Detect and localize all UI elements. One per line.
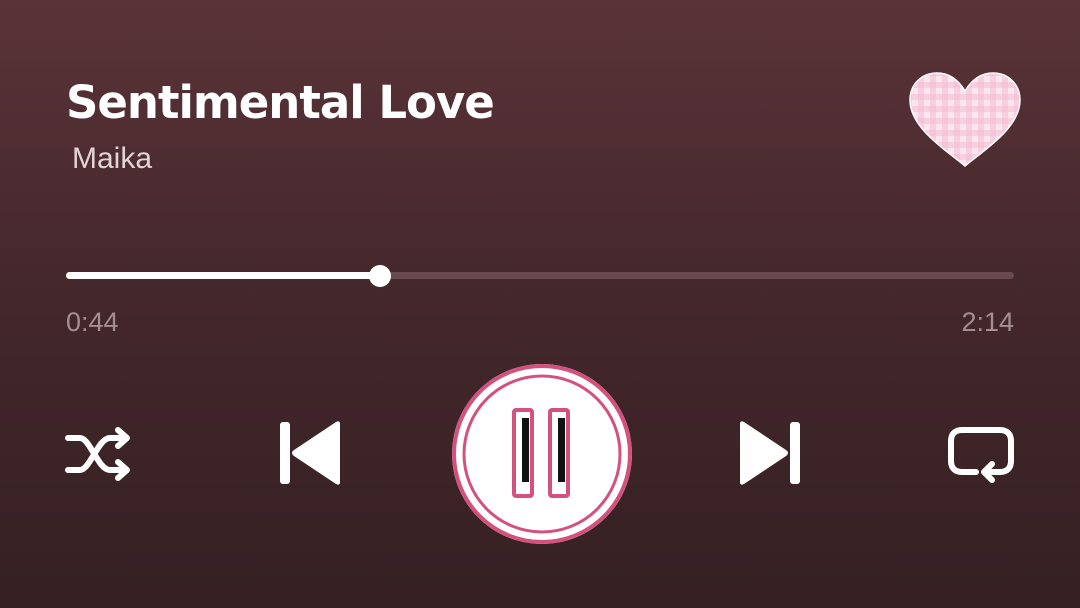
progress-handle[interactable] — [368, 265, 391, 287]
previous-button[interactable] — [276, 420, 344, 486]
total-time: 2:14 — [961, 307, 1014, 337]
progress-fill — [66, 272, 380, 279]
skip-previous-icon — [280, 421, 340, 485]
like-button[interactable] — [906, 70, 1024, 170]
skip-next-icon — [740, 421, 800, 485]
shuffle-icon — [65, 427, 130, 481]
progress-bar[interactable] — [66, 264, 1014, 288]
elapsed-time: 0:44 — [66, 307, 119, 337]
pause-button[interactable] — [448, 360, 636, 548]
heart-icon — [909, 72, 1021, 167]
repeat-button[interactable] — [946, 424, 1016, 484]
pause-icon — [452, 364, 632, 544]
repeat-icon — [948, 427, 1014, 483]
artist-name[interactable]: Maika — [72, 142, 152, 176]
next-button[interactable] — [736, 420, 804, 486]
shuffle-button[interactable] — [64, 424, 134, 484]
track-title: Sentimental Love — [66, 76, 495, 129]
